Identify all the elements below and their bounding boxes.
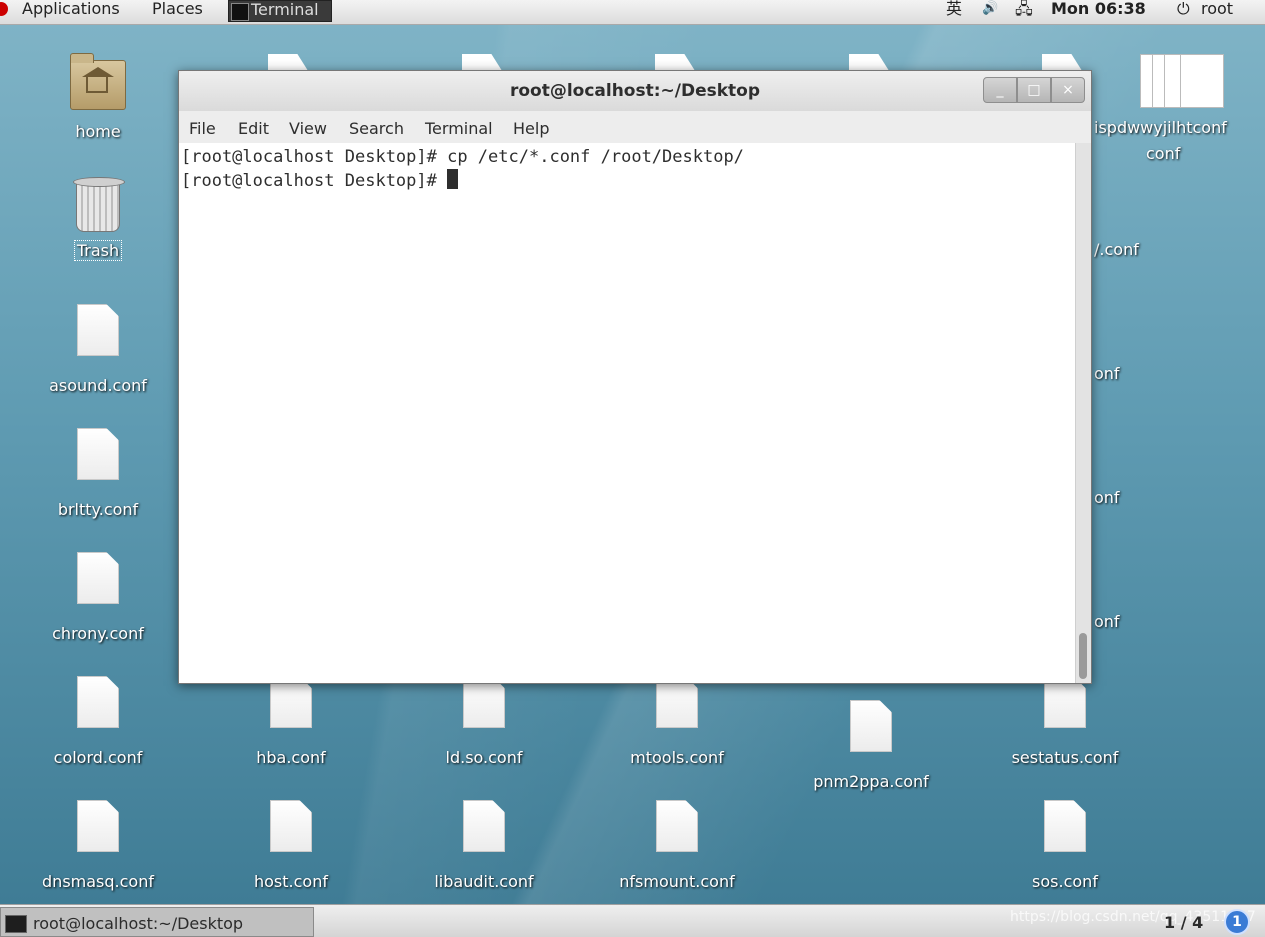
- workspace-indicator[interactable]: 1 / 4: [1164, 913, 1203, 932]
- desktop-icon-label: Trash: [73, 240, 123, 261]
- file-icon: [656, 800, 698, 852]
- bottom-panel: root@localhost:~/Desktop https://blog.cs…: [0, 904, 1265, 937]
- text-cursor: [447, 169, 459, 189]
- top-panel: Applications Places Terminal 英 🔊 🖧 Mon 0…: [0, 0, 1265, 25]
- clock[interactable]: Mon 06:38: [1051, 0, 1146, 24]
- terminal-output[interactable]: [root@localhost Desktop]# cp /etc/*.conf…: [179, 143, 1075, 683]
- applications-menu[interactable]: Applications: [22, 0, 120, 24]
- desktop-icon-label: onf: [1094, 488, 1120, 507]
- file-icon: [77, 800, 119, 852]
- terminal-icon: [231, 3, 249, 21]
- menu-view[interactable]: View: [289, 119, 327, 138]
- desktop-icon-chrony[interactable]: chrony.conf: [38, 552, 158, 643]
- volume-icon[interactable]: 🔊: [982, 0, 998, 24]
- desktop-icon-label: hba.conf: [256, 748, 326, 767]
- desktop-icon-pnm2ppa[interactable]: pnm2ppa.conf: [811, 700, 931, 791]
- desktop-icon-sos[interactable]: sos.conf: [1005, 800, 1125, 891]
- redhat-logo-icon: [0, 2, 8, 16]
- desktop-icon-libaudit[interactable]: libaudit.conf: [424, 800, 544, 891]
- desktop-icon-label: colord.conf: [53, 748, 143, 767]
- desktop-icon-label: ispdwwyjilhtconf: [1094, 118, 1227, 137]
- maximize-button[interactable]: □: [1017, 77, 1051, 103]
- file-icon: [77, 304, 119, 356]
- window-title: root@localhost:~/Desktop: [509, 81, 761, 101]
- menu-search[interactable]: Search: [349, 119, 404, 138]
- menu-terminal[interactable]: Terminal: [425, 119, 493, 138]
- desktop-icon-label: home: [75, 122, 121, 141]
- trash-icon: [73, 177, 125, 232]
- active-app-label: Terminal: [251, 0, 319, 19]
- home-folder-icon: [70, 53, 126, 110]
- file-icon: [77, 676, 119, 728]
- taskbar-item-label: root@localhost:~/Desktop: [33, 914, 244, 933]
- terminal-prompt: [root@localhost Desktop]#: [181, 171, 448, 191]
- user-menu[interactable]: root: [1201, 0, 1233, 24]
- terminal-line: [root@localhost Desktop]# cp /etc/*.conf…: [181, 147, 744, 167]
- desktop-icon-label: dnsmasq.conf: [42, 872, 154, 891]
- desktop-icon-label: mtools.conf: [630, 748, 724, 767]
- desktop-icon-label: host.conf: [254, 872, 328, 891]
- desktop-icon-trash[interactable]: Trash: [38, 177, 158, 261]
- active-app-terminal[interactable]: Terminal: [228, 0, 332, 22]
- desktop-icon-label: brltty.conf: [57, 500, 139, 519]
- scrollbar-thumb[interactable]: [1079, 633, 1087, 679]
- terminal-icon: [5, 915, 27, 933]
- close-button[interactable]: ×: [1051, 77, 1085, 103]
- desktop-icon-ldso[interactable]: ld.so.conf: [424, 676, 544, 767]
- file-icon: [77, 552, 119, 604]
- desktop-icon-label: ld.so.conf: [445, 748, 523, 767]
- desktop-icon-label: pnm2ppa.conf: [813, 772, 929, 791]
- desktop-icon-dnsmasq[interactable]: dnsmasq.conf: [38, 800, 158, 891]
- desktop-icon-label: sos.conf: [1032, 872, 1098, 891]
- desktop-icon-label: conf: [1146, 144, 1181, 163]
- terminal-titlebar[interactable]: root@localhost:~/Desktop _ □ ×: [179, 71, 1091, 111]
- desktop-icon-hba[interactable]: hba.conf: [231, 676, 351, 767]
- taskbar-item-terminal[interactable]: root@localhost:~/Desktop: [0, 907, 314, 937]
- file-icon: [1180, 54, 1224, 108]
- terminal-menubar: File Edit View Search Terminal Help: [179, 111, 1091, 143]
- desktop-icon-label: libaudit.conf: [434, 872, 534, 891]
- menu-file[interactable]: File: [189, 119, 216, 138]
- terminal-prompt-line: [root@localhost Desktop]#: [181, 169, 459, 191]
- file-icon: [1044, 800, 1086, 852]
- desktop-icon-brltty[interactable]: brltty.conf: [38, 428, 158, 519]
- file-icon: [463, 800, 505, 852]
- desktop-icon-nfsmount[interactable]: nfsmount.conf: [617, 800, 737, 891]
- file-icon: [77, 428, 119, 480]
- menu-help[interactable]: Help: [513, 119, 549, 138]
- terminal-scrollbar[interactable]: [1075, 143, 1091, 683]
- minimize-button[interactable]: _: [983, 77, 1017, 103]
- desktop-icon-asound[interactable]: asound.conf: [38, 304, 158, 395]
- input-method-icon[interactable]: 英: [946, 0, 962, 24]
- file-icon: [270, 800, 312, 852]
- desktop-icon-host[interactable]: host.conf: [231, 800, 351, 891]
- notification-badge[interactable]: 1: [1224, 909, 1250, 935]
- terminal-window[interactable]: root@localhost:~/Desktop _ □ × File Edit…: [178, 70, 1092, 684]
- desktop-icon-label: /.conf: [1094, 240, 1139, 259]
- desktop-icon-label: chrony.conf: [52, 624, 144, 643]
- places-menu[interactable]: Places: [152, 0, 203, 24]
- menu-edit[interactable]: Edit: [238, 119, 269, 138]
- desktop-icon-label: sestatus.conf: [1011, 748, 1119, 767]
- desktop-icon-sestatus[interactable]: sestatus.conf: [1005, 676, 1125, 767]
- desktop-icon-colord[interactable]: colord.conf: [38, 676, 158, 767]
- desktop-icon-home[interactable]: home: [38, 53, 158, 141]
- network-icon[interactable]: 🖧: [1015, 0, 1033, 24]
- desktop-icon-stack[interactable]: [1140, 54, 1230, 108]
- desktop-icon-mtools[interactable]: mtools.conf: [617, 676, 737, 767]
- power-icon[interactable]: ⏻: [1177, 0, 1190, 24]
- desktop-icon-label: asound.conf: [49, 376, 147, 395]
- desktop-icon-label: onf: [1094, 612, 1120, 631]
- watermark: https://blog.csdn.net/qq_43511217: [1010, 909, 1256, 925]
- file-icon: [850, 700, 892, 752]
- desktop-icon-label: nfsmount.conf: [619, 872, 735, 891]
- desktop-icon-label: onf: [1094, 364, 1120, 383]
